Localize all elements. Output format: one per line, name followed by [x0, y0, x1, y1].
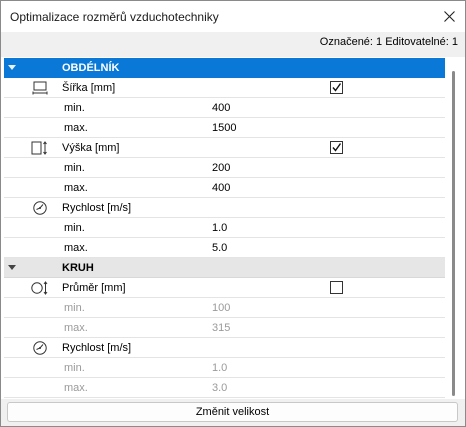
property-row-width-max[interactable]: max. 1500 — [4, 118, 445, 138]
min-label: min. — [64, 162, 85, 174]
property-row-height[interactable]: Výška [mm] — [4, 138, 445, 158]
property-label: Rychlost [m/s] — [62, 342, 132, 354]
max-label: max. — [64, 182, 88, 194]
min-label: min. — [64, 102, 85, 114]
group-label: OBDÉLNÍK — [62, 62, 120, 74]
collapse-arrow-icon[interactable] — [8, 65, 16, 70]
group-round[interactable]: KRUH — [4, 258, 445, 278]
max-label: max. — [64, 382, 88, 394]
close-icon — [443, 10, 455, 22]
close-button[interactable] — [437, 5, 461, 27]
property-row-speed-max[interactable]: max. 5.0 — [4, 238, 445, 258]
property-row-diameter-max: max. 315 — [4, 318, 445, 338]
dialog-window: Optimalizace rozměrů vzduchotechniky Ozn… — [0, 0, 466, 427]
property-row-height-max[interactable]: max. 400 — [4, 178, 445, 198]
property-row-diameter-min: min. 100 — [4, 298, 445, 318]
speed-max-value[interactable]: 5.0 — [212, 242, 227, 254]
property-row-round-speed-min: min. 1.0 — [4, 358, 445, 378]
diameter-checkbox[interactable] — [330, 281, 343, 294]
property-row-width-min[interactable]: min. 400 — [4, 98, 445, 118]
property-label: Výška [mm] — [62, 142, 120, 154]
speed-min-value[interactable]: 1.0 — [212, 222, 227, 234]
max-label: max. — [64, 322, 88, 334]
width-checkbox[interactable] — [330, 81, 343, 94]
resize-button[interactable]: Změnit velikost — [7, 402, 458, 422]
width-min-value[interactable]: 400 — [212, 102, 230, 114]
checkmark-icon — [332, 143, 342, 152]
property-row-diameter[interactable]: Průměr [mm] — [4, 278, 445, 298]
height-min-value[interactable]: 200 — [212, 162, 230, 174]
min-label: min. — [64, 362, 85, 374]
round-speed-max-value: 3.0 — [212, 382, 228, 394]
title-bar: Optimalizace rozměrů vzduchotechniky — [1, 1, 465, 32]
collapse-arrow-icon[interactable] — [8, 265, 16, 270]
height-checkbox[interactable] — [330, 141, 343, 154]
property-row-width[interactable]: Šířka [mm] — [4, 78, 445, 98]
property-label: Rychlost [m/s] — [62, 202, 132, 214]
round-speed-min-value: 1.0 — [212, 362, 228, 374]
selection-header: Označené: 1 Editovatelné: 1 — [1, 32, 465, 57]
vertical-scrollbar[interactable] — [452, 71, 455, 396]
max-label: max. — [64, 242, 88, 254]
width-max-value[interactable]: 1500 — [212, 122, 236, 134]
group-label: KRUH — [62, 262, 94, 274]
property-label: Průměr [mm] — [62, 282, 126, 294]
footer-bar: Změnit velikost — [1, 399, 465, 426]
diameter-max-value: 315 — [212, 322, 231, 334]
window-title: Optimalizace rozměrů vzduchotechniky — [10, 10, 219, 24]
gauge-icon — [31, 340, 49, 356]
rect-height-icon — [31, 140, 49, 156]
property-grid: OBDÉLNÍK Šířka [mm] min. 400 max. 1500 V… — [4, 58, 445, 400]
property-row-speed[interactable]: Rychlost [m/s] — [4, 198, 445, 218]
height-max-value[interactable]: 400 — [212, 182, 230, 194]
property-row-round-speed[interactable]: Rychlost [m/s] — [4, 338, 445, 358]
property-row-round-speed-max: max. 3.0 — [4, 378, 445, 398]
diameter-min-value: 100 — [212, 302, 231, 314]
circle-diameter-icon — [31, 280, 49, 296]
property-row-height-min[interactable]: min. 200 — [4, 158, 445, 178]
property-row-speed-min[interactable]: min. 1.0 — [4, 218, 445, 238]
group-rect[interactable]: OBDÉLNÍK — [4, 58, 445, 78]
property-label: Šířka [mm] — [62, 82, 116, 94]
checkmark-icon — [332, 83, 342, 92]
selection-info: Označené: 1 Editovatelné: 1 — [319, 36, 458, 48]
min-label: min. — [64, 302, 85, 314]
min-label: min. — [64, 222, 85, 234]
gauge-icon — [31, 200, 49, 216]
max-label: max. — [64, 122, 88, 134]
rect-width-icon — [31, 80, 49, 96]
